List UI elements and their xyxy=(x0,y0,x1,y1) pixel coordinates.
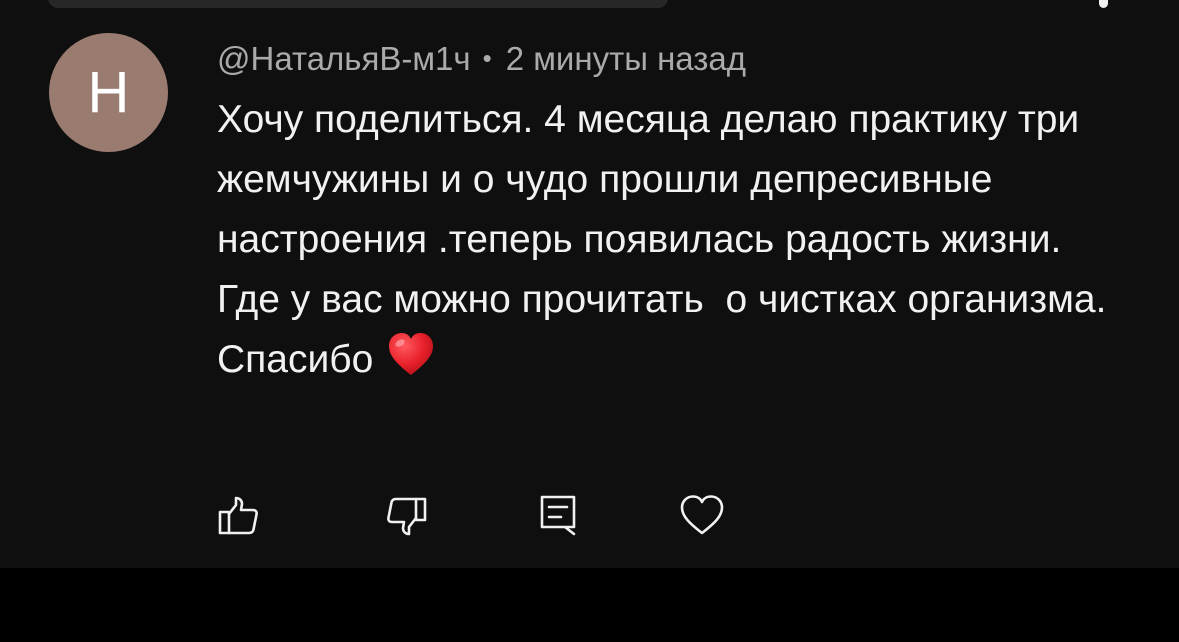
meta-separator: • xyxy=(482,43,492,73)
thumbs-down-icon xyxy=(387,497,427,536)
heart-outline-icon xyxy=(680,495,724,535)
author-handle[interactable]: @НатальяВ-м1ч xyxy=(217,40,471,77)
comment-panel: Н @НатальяВ-м1ч • 2 минуты назад Хочу поде… xyxy=(0,0,1179,568)
comment-text: Хочу поделиться. 4 месяца делаю практику… xyxy=(217,98,1118,381)
dislike-button[interactable] xyxy=(384,493,430,539)
heart-button[interactable] xyxy=(679,493,725,539)
comment-actions xyxy=(0,493,1179,541)
previous-item-bar xyxy=(48,0,668,8)
timestamp: 2 минуты назад xyxy=(505,40,747,77)
avatar[interactable]: Н xyxy=(49,33,168,152)
comment-meta: @НатальяВ-м1ч • 2 минуты назад xyxy=(217,36,746,81)
like-button[interactable] xyxy=(215,493,261,539)
reply-comment-icon xyxy=(540,495,576,536)
red-heart-emoji-icon xyxy=(387,332,435,396)
thumbs-up-icon xyxy=(218,496,258,535)
reply-button[interactable] xyxy=(535,493,581,539)
comment-body: Хочу поделиться. 4 месяца делаю практику… xyxy=(217,90,1117,396)
more-options-icon[interactable] xyxy=(1099,0,1108,8)
